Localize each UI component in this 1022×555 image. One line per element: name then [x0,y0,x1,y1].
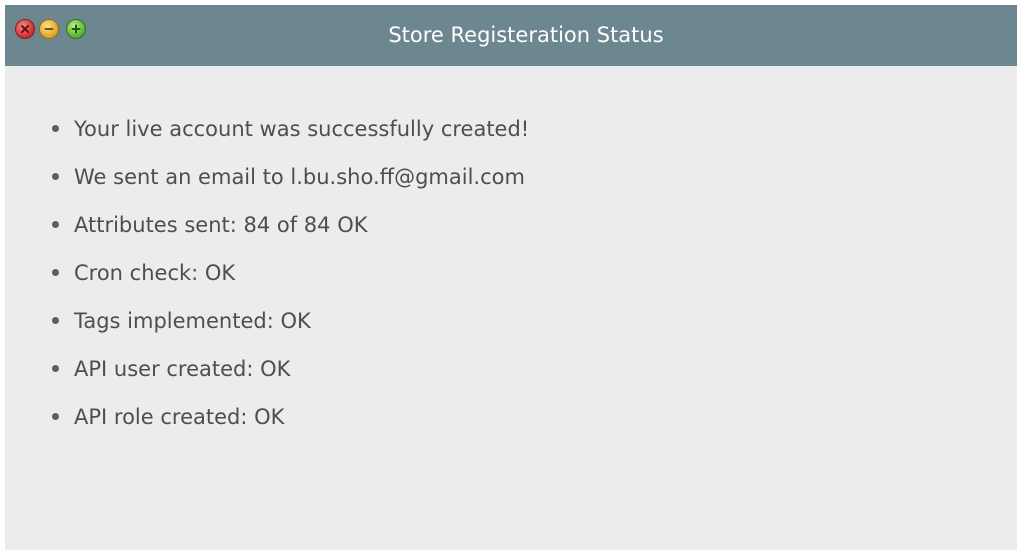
bullet-icon [52,173,59,180]
status-item-text: Cron check: OK [74,261,236,285]
status-item-api-user-created: API user created: OK [50,345,529,393]
bullet-icon [52,221,59,228]
status-item-text: Your live account was successfully creat… [74,117,530,141]
bullet-icon [52,125,59,132]
status-item-account-created: Your live account was successfully creat… [50,105,529,153]
status-item-text: We sent an email to l.bu.sho.ff@gmail.co… [74,165,525,189]
status-item-text: API user created: OK [74,357,291,381]
bullet-icon [52,269,59,276]
bullet-icon [52,413,59,420]
status-item-text: Tags implemented: OK [74,309,311,333]
window-title: Store Registeration Status [388,23,664,47]
status-item-api-role-created: API role created: OK [50,393,529,441]
bullet-icon [52,365,59,372]
status-list: Your live account was successfully creat… [50,105,529,441]
registration-status-window: Store Registeration Status Your live acc… [5,5,1017,550]
status-item-attributes-sent: Attributes sent: 84 of 84 OK [50,201,529,249]
status-item-email-sent: We sent an email to l.bu.sho.ff@gmail.co… [50,153,529,201]
status-item-text: Attributes sent: 84 of 84 OK [74,213,368,237]
bullet-icon [52,317,59,324]
status-item-tags-implemented: Tags implemented: OK [50,297,529,345]
status-item-text: API role created: OK [74,405,285,429]
window-titlebar[interactable]: Store Registeration Status [5,5,1017,66]
status-item-cron-check: Cron check: OK [50,249,529,297]
